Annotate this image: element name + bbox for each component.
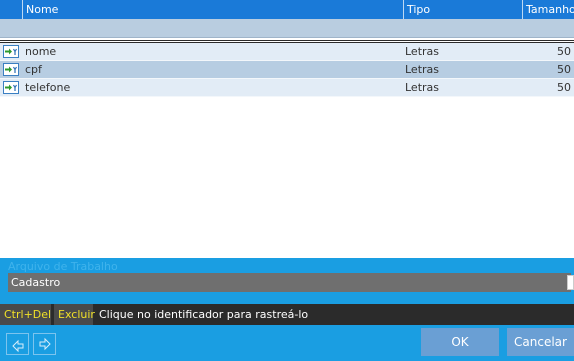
column-header-tipo[interactable]: Tipo [403,0,522,19]
field-icon [3,45,19,58]
workfile-dropdown-button[interactable] [567,275,574,290]
table-row[interactable]: nome Letras 50 [0,43,574,61]
arrow-down-right-icon [39,337,51,351]
row-name: telefone [25,81,71,94]
move-up-button[interactable] [6,333,29,355]
grid-header: Nome Tipo Tamanho [0,0,574,19]
row-size: 50 [557,63,571,76]
grid-filter-row[interactable] [0,19,574,38]
ok-button[interactable]: OK [421,328,499,356]
workfile-label: Arquivo de Trabalho [8,260,118,273]
cancel-button[interactable]: Cancelar [507,328,574,356]
grid-body: nome Letras 50 cpf Letras 50 telefone Le [0,43,574,97]
row-type: Letras [405,63,440,76]
field-icon [3,63,19,76]
row-size: 50 [557,45,571,58]
row-type: Letras [405,81,440,94]
arrow-up-left-icon [12,339,24,353]
hint-text: Clique no identificador para rastreá-lo [99,308,309,321]
table-row[interactable]: cpf Letras 50 [0,61,574,79]
table-row[interactable]: telefone Letras 50 [0,79,574,97]
column-header-tamanho[interactable]: Tamanho [522,0,574,19]
row-size: 50 [557,81,571,94]
workfile-field[interactable]: Cadastro [8,273,571,292]
move-down-button[interactable] [33,333,56,355]
row-type: Letras [405,45,440,58]
row-name: nome [25,45,57,58]
shortcut-ctrl-del: Ctrl+Del [0,304,51,325]
column-header-nome[interactable]: Nome [22,0,403,19]
field-icon [3,81,19,94]
header-icon-column [0,0,22,19]
row-name: cpf [25,63,42,76]
shortcut-excluir: Excluir [54,304,95,325]
